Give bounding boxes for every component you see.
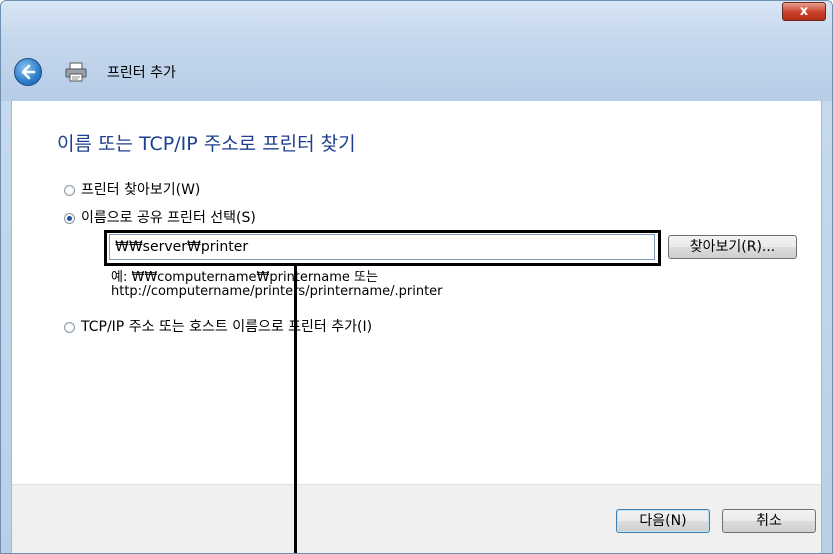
close-button[interactable]: x <box>782 2 826 21</box>
cancel-button[interactable]: 취소 <box>722 509 816 533</box>
page-title: 이름 또는 TCP/IP 주소로 프린터 찾기 <box>57 133 356 155</box>
back-arrow-icon <box>21 64 36 80</box>
radio-select-shared-printer[interactable] <box>64 213 75 224</box>
example-text: 예: ₩₩computername₩printername 또는 http://… <box>111 271 443 299</box>
printer-icon <box>65 62 87 82</box>
select-shared-printer-label[interactable]: 이름으로 공유 프린터 선택(S) <box>81 207 256 227</box>
browse-button[interactable]: 찾아보기(R)... <box>668 235 797 259</box>
add-printer-dialog: x 프린터 추가 이름 또는 TCP/IP 주소로 프린터 찾기 프린터 찾아보… <box>0 0 833 554</box>
tcpip-add-label[interactable]: TCP/IP 주소 또는 호스트 이름으로 프린터 추가(I) <box>81 316 372 336</box>
browse-printer-label[interactable]: 프린터 찾아보기(W) <box>81 179 200 199</box>
title-bar <box>1 1 832 101</box>
dialog-title: 프린터 추가 <box>107 65 176 81</box>
radio-tcpip-add[interactable] <box>64 322 75 333</box>
example-line-1: 예: ₩₩computername₩printername 또는 <box>111 270 378 285</box>
radio-browse-printer[interactable] <box>64 185 75 196</box>
example-line-2: http://computername/printers/printername… <box>111 284 443 299</box>
back-button[interactable] <box>14 58 42 86</box>
highlight-box <box>104 230 661 266</box>
callout-line <box>294 266 297 553</box>
next-button[interactable]: 다음(N) <box>616 509 710 533</box>
